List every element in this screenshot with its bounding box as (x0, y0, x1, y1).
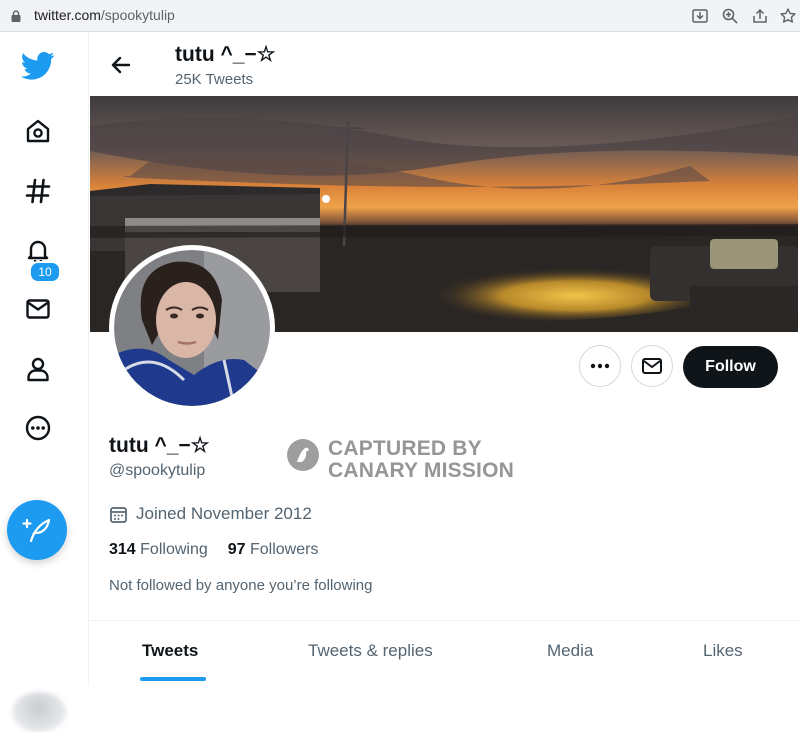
profile-name: tutu ^_−☆ (109, 434, 210, 457)
home-icon[interactable] (18, 111, 58, 151)
bookmark-star-icon[interactable] (779, 7, 797, 25)
following-label: Following (140, 541, 208, 558)
tab-likes[interactable]: Likes (703, 641, 743, 661)
active-tab-indicator (140, 677, 206, 681)
profile-handle: @spookytulip (109, 462, 206, 479)
url-host: twitter.com (34, 7, 101, 23)
url-path: /spookytulip (100, 7, 175, 23)
header-profile-name: tutu ^_−☆ (175, 43, 276, 66)
follow-button[interactable]: Follow (683, 346, 778, 388)
follow-stats: 314 Following 97 Followers (109, 541, 318, 559)
compose-feather-icon (22, 518, 51, 543)
browser-address-bar[interactable]: twitter.com/spookytulip (0, 0, 800, 32)
compose-tweet-button[interactable] (7, 500, 67, 560)
following-link[interactable]: 314 Following (109, 541, 208, 558)
calendar-icon (110, 506, 127, 523)
canary-bird-icon (287, 439, 319, 471)
explore-hashtag-icon[interactable] (18, 171, 58, 211)
messages-mail-icon[interactable] (18, 289, 58, 329)
zoom-icon[interactable] (721, 7, 739, 25)
header-tweet-count: 25K Tweets (175, 71, 254, 88)
followers-label: Followers (250, 541, 319, 558)
watermark-line-2: CANARY MISSION (328, 459, 514, 482)
following-count: 314 (109, 541, 136, 558)
tab-tweets-replies[interactable]: Tweets & replies (308, 641, 433, 661)
lock-icon (11, 10, 21, 22)
not-followed-notice: Not followed by anyone you’re following (109, 577, 373, 594)
more-dots-icon (590, 363, 610, 369)
install-icon[interactable] (691, 7, 709, 25)
followers-count: 97 (227, 541, 246, 558)
more-circle-icon[interactable] (18, 408, 58, 448)
mail-icon (642, 358, 662, 374)
joined-text: Joined November 2012 (136, 504, 312, 523)
followers-link[interactable]: 97 Followers (228, 541, 319, 558)
profile-person-icon[interactable] (18, 349, 58, 389)
left-navigation: 10 (0, 32, 89, 732)
joined-date: Joined November 2012 (109, 503, 312, 525)
back-arrow-icon[interactable] (108, 52, 134, 78)
more-options-button[interactable] (579, 345, 621, 387)
canary-mission-watermark: CAPTURED BY CANARY MISSION (286, 438, 514, 482)
account-avatar[interactable] (12, 692, 66, 732)
tab-media[interactable]: Media (547, 641, 593, 661)
profile-avatar[interactable] (109, 245, 275, 411)
message-button[interactable] (631, 345, 673, 387)
twitter-logo-icon[interactable] (18, 46, 58, 86)
profile-tabs: Tweets Tweets & replies Media Likes (90, 620, 798, 687)
watermark-line-1: CAPTURED BY (328, 437, 482, 460)
notification-count-badge: 10 (29, 261, 61, 283)
tab-tweets[interactable]: Tweets (142, 641, 198, 661)
url-text[interactable]: twitter.com/spookytulip (34, 7, 175, 23)
share-icon[interactable] (751, 7, 769, 25)
